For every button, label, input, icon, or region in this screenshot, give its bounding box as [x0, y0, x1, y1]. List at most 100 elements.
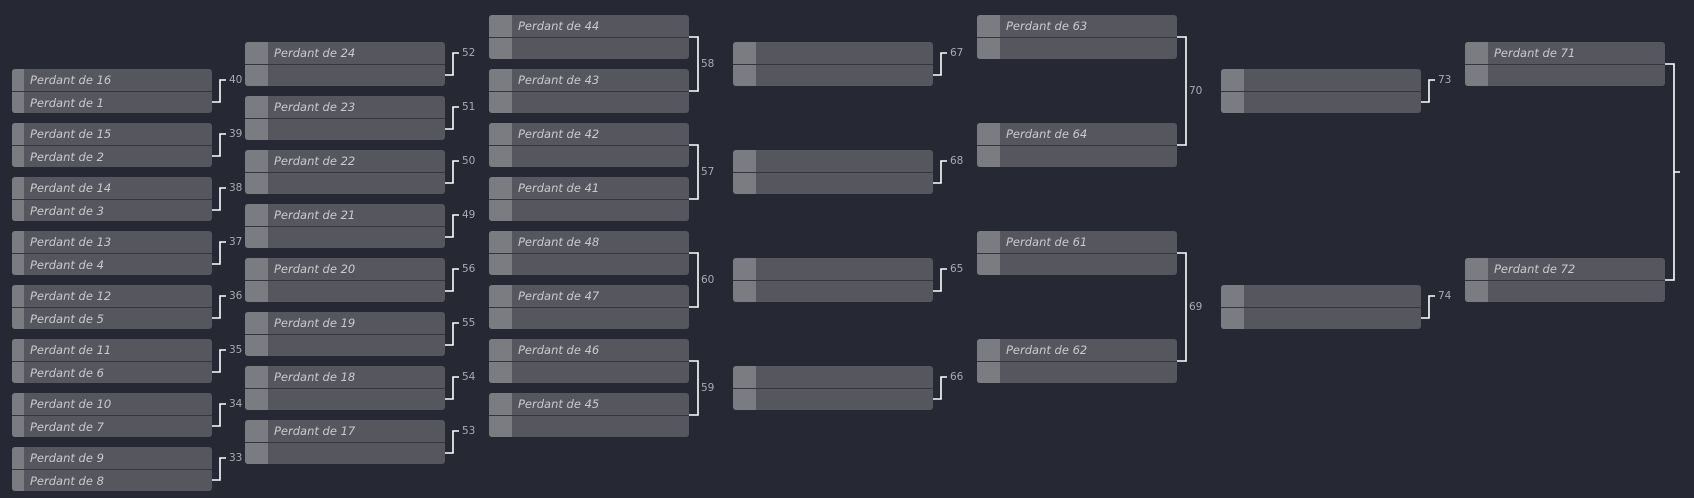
match-card[interactable]: Perdant de 43: [489, 69, 689, 113]
match-slot-bottom[interactable]: Perdant de 2: [12, 145, 212, 167]
match-slot-top[interactable]: [1221, 285, 1421, 307]
match-slot-bottom[interactable]: [245, 172, 445, 194]
match-card[interactable]: Perdant de 14 Perdant de 3: [12, 177, 212, 221]
match-slot-bottom[interactable]: [489, 253, 689, 275]
match-slot-bottom[interactable]: [1465, 280, 1665, 302]
match-slot-bottom[interactable]: [489, 91, 689, 113]
match-slot-top[interactable]: Perdant de 14: [12, 177, 212, 199]
match-slot-top[interactable]: [733, 150, 933, 172]
match-slot-top[interactable]: Perdant de 16: [12, 69, 212, 91]
match-slot-bottom[interactable]: [245, 118, 445, 140]
match-slot-top[interactable]: Perdant de 42: [489, 123, 689, 145]
match-slot-bottom[interactable]: [489, 361, 689, 383]
match-card[interactable]: Perdant de 41: [489, 177, 689, 221]
match-slot-top[interactable]: Perdant de 41: [489, 177, 689, 199]
match-card[interactable]: Perdant de 45: [489, 393, 689, 437]
match-card[interactable]: [733, 258, 933, 302]
match-slot-bottom[interactable]: [733, 280, 933, 302]
match-slot-bottom[interactable]: [489, 37, 689, 59]
match-card[interactable]: [1221, 285, 1421, 329]
match-card[interactable]: Perdant de 42: [489, 123, 689, 167]
match-slot-top[interactable]: Perdant de 19: [245, 312, 445, 334]
match-slot-top[interactable]: Perdant de 13: [12, 231, 212, 253]
match-slot-bottom[interactable]: [1465, 64, 1665, 86]
match-slot-top[interactable]: Perdant de 15: [12, 123, 212, 145]
match-slot-top[interactable]: Perdant de 22: [245, 150, 445, 172]
match-slot-bottom[interactable]: [245, 226, 445, 248]
match-slot-top[interactable]: Perdant de 72: [1465, 258, 1665, 280]
match-slot-bottom[interactable]: [1221, 307, 1421, 329]
match-card[interactable]: Perdant de 48: [489, 231, 689, 275]
match-card[interactable]: Perdant de 44: [489, 15, 689, 59]
match-card[interactable]: Perdant de 47: [489, 285, 689, 329]
match-slot-top[interactable]: Perdant de 71: [1465, 42, 1665, 64]
match-card[interactable]: Perdant de 13 Perdant de 4: [12, 231, 212, 275]
match-slot-top[interactable]: [1221, 69, 1421, 91]
match-slot-bottom[interactable]: [733, 64, 933, 86]
match-card[interactable]: [733, 366, 933, 410]
match-slot-top[interactable]: [733, 42, 933, 64]
match-slot-bottom[interactable]: [1221, 91, 1421, 113]
match-slot-top[interactable]: Perdant de 21: [245, 204, 445, 226]
match-card[interactable]: Perdant de 16 Perdant de 1: [12, 69, 212, 113]
match-slot-bottom[interactable]: Perdant de 4: [12, 253, 212, 275]
match-card[interactable]: Perdant de 17: [245, 420, 445, 464]
match-slot-top[interactable]: Perdant de 12: [12, 285, 212, 307]
match-card[interactable]: Perdant de 64: [977, 123, 1177, 167]
match-slot-top[interactable]: Perdant de 43: [489, 69, 689, 91]
match-card[interactable]: Perdant de 71: [1465, 42, 1665, 86]
match-slot-bottom[interactable]: [977, 145, 1177, 167]
match-card[interactable]: Perdant de 15 Perdant de 2: [12, 123, 212, 167]
match-card[interactable]: Perdant de 23: [245, 96, 445, 140]
match-slot-bottom[interactable]: [245, 388, 445, 410]
match-slot-bottom[interactable]: Perdant de 7: [12, 415, 212, 437]
match-slot-bottom[interactable]: [245, 334, 445, 356]
match-card[interactable]: Perdant de 24: [245, 42, 445, 86]
match-slot-top[interactable]: Perdant de 61: [977, 231, 1177, 253]
match-slot-top[interactable]: Perdant de 47: [489, 285, 689, 307]
match-slot-bottom[interactable]: [489, 307, 689, 329]
match-slot-bottom[interactable]: [977, 361, 1177, 383]
match-slot-bottom[interactable]: [245, 442, 445, 464]
match-slot-top[interactable]: Perdant de 24: [245, 42, 445, 64]
match-card[interactable]: Perdant de 12 Perdant de 5: [12, 285, 212, 329]
match-slot-bottom[interactable]: [733, 388, 933, 410]
match-slot-bottom[interactable]: [245, 280, 445, 302]
match-slot-bottom[interactable]: [489, 415, 689, 437]
match-card[interactable]: Perdant de 9 Perdant de 8: [12, 447, 212, 491]
match-card[interactable]: [1221, 69, 1421, 113]
match-slot-bottom[interactable]: Perdant de 3: [12, 199, 212, 221]
match-slot-bottom[interactable]: [489, 145, 689, 167]
match-card[interactable]: Perdant de 72: [1465, 258, 1665, 302]
match-card[interactable]: [733, 150, 933, 194]
match-card[interactable]: Perdant de 21: [245, 204, 445, 248]
match-slot-bottom[interactable]: Perdant de 1: [12, 91, 212, 113]
match-slot-bottom[interactable]: [245, 64, 445, 86]
match-slot-top[interactable]: Perdant de 20: [245, 258, 445, 280]
match-slot-top[interactable]: [733, 366, 933, 388]
match-slot-top[interactable]: Perdant de 45: [489, 393, 689, 415]
match-slot-top[interactable]: Perdant de 10: [12, 393, 212, 415]
match-slot-bottom[interactable]: Perdant de 5: [12, 307, 212, 329]
match-slot-bottom[interactable]: [977, 37, 1177, 59]
match-slot-top[interactable]: Perdant de 44: [489, 15, 689, 37]
match-card[interactable]: Perdant de 20: [245, 258, 445, 302]
match-slot-top[interactable]: Perdant de 64: [977, 123, 1177, 145]
match-slot-bottom[interactable]: Perdant de 8: [12, 469, 212, 491]
match-slot-bottom[interactable]: [733, 172, 933, 194]
match-card[interactable]: Perdant de 61: [977, 231, 1177, 275]
match-slot-bottom[interactable]: [977, 253, 1177, 275]
match-slot-top[interactable]: Perdant de 11: [12, 339, 212, 361]
match-slot-top[interactable]: Perdant de 48: [489, 231, 689, 253]
match-slot-top[interactable]: Perdant de 46: [489, 339, 689, 361]
match-slot-top[interactable]: Perdant de 18: [245, 366, 445, 388]
match-card[interactable]: Perdant de 62: [977, 339, 1177, 383]
match-slot-bottom[interactable]: Perdant de 6: [12, 361, 212, 383]
match-slot-bottom[interactable]: [489, 199, 689, 221]
match-card[interactable]: Perdant de 11 Perdant de 6: [12, 339, 212, 383]
match-card[interactable]: Perdant de 10 Perdant de 7: [12, 393, 212, 437]
match-card[interactable]: [733, 42, 933, 86]
match-slot-top[interactable]: Perdant de 23: [245, 96, 445, 118]
match-card[interactable]: Perdant de 22: [245, 150, 445, 194]
match-card[interactable]: Perdant de 18: [245, 366, 445, 410]
